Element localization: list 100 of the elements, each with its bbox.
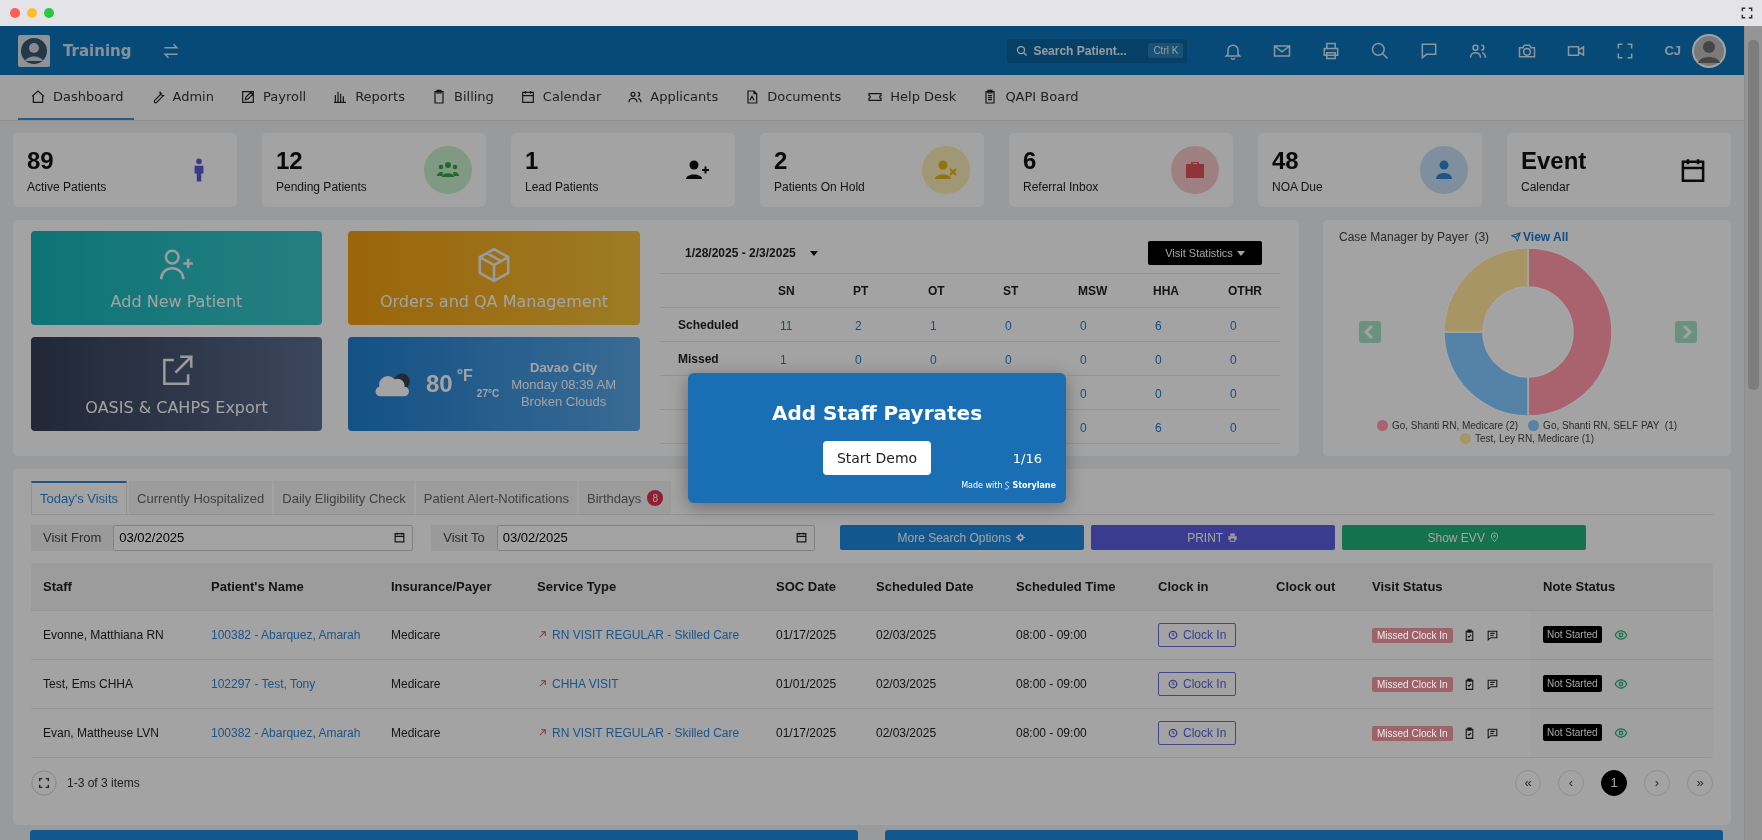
nav-tab[interactable]: QAPI Board — [970, 75, 1089, 120]
calendar-icon[interactable] — [393, 530, 407, 544]
nav-tab[interactable]: Calendar — [507, 75, 612, 120]
visit-count-link[interactable]: 2 — [855, 318, 862, 333]
column-header: Clock in — [1157, 578, 1210, 594]
calendar-icon — [1681, 158, 1705, 182]
stat-card[interactable]: 12 Pending Patients — [262, 133, 486, 207]
clock-in-button[interactable]: Clock In — [1158, 622, 1237, 647]
clock-in-button[interactable]: Clock In — [1158, 720, 1237, 745]
row-label: Missed — [678, 351, 719, 366]
tab[interactable]: Birthdays 8 — [579, 480, 672, 514]
stat-card[interactable]: 89 Active Patients — [13, 133, 237, 207]
visit-from-date-field[interactable]: 03/02/2025 — [113, 524, 414, 551]
tab[interactable]: Today's Visits — [31, 480, 128, 514]
calendar-icon[interactable] — [794, 530, 808, 544]
visit-count-link[interactable]: 1 — [780, 352, 787, 367]
visit-statistics-dropdown[interactable]: Visit Statistics — [1148, 241, 1262, 265]
action-button[interactable]: Show EVV — [1341, 525, 1586, 551]
nav-tab[interactable]: Reports — [320, 75, 415, 120]
caret-icon — [809, 250, 818, 256]
eye-icon[interactable] — [1613, 627, 1628, 642]
action-tile[interactable]: OASIS & CAHPS Export — [31, 337, 322, 431]
visit-count-link[interactable]: 0 — [1230, 420, 1237, 435]
tab[interactable]: Patient Alert-Notifications — [415, 480, 578, 514]
stat-label: Referral Inbox — [1023, 179, 1100, 194]
nav-tab[interactable]: Billing — [419, 75, 504, 120]
service-type-link[interactable]: CHHA VISIT — [552, 676, 619, 691]
action-button[interactable]: More Search Options — [839, 525, 1084, 551]
visit-count-link[interactable]: 6 — [1155, 318, 1162, 333]
column-header: Clock out — [1275, 578, 1337, 594]
tab[interactable]: Daily Eligibility Check — [274, 480, 414, 514]
visit-count-link[interactable]: 0 — [1080, 420, 1087, 435]
visit-count-link[interactable]: 0 — [1080, 386, 1087, 401]
search-icon[interactable] — [1370, 40, 1391, 61]
visit-to-date-field[interactable]: 03/02/2025 — [496, 524, 815, 551]
calendar-icon — [519, 88, 536, 105]
user-avatar-icon[interactable] — [1692, 33, 1726, 68]
visit-count-link[interactable]: 11 — [780, 318, 793, 333]
action-tile[interactable]: Add New Patient — [31, 231, 322, 325]
nav-tab[interactable]: Payroll — [227, 75, 317, 120]
eye-icon[interactable] — [1613, 725, 1628, 740]
expand-icon[interactable] — [1740, 6, 1754, 20]
nav-tab[interactable]: Applicants — [615, 75, 729, 120]
visit-count-link[interactable]: 0 — [1080, 318, 1087, 333]
visit-count-link[interactable]: 0 — [1155, 386, 1162, 401]
visit-count-link[interactable]: 0 — [855, 352, 862, 367]
close-window-icon[interactable] — [10, 8, 20, 18]
action-button[interactable]: PRINT — [1090, 525, 1335, 551]
patient-link[interactable]: 102297 - Test, Tony — [211, 676, 316, 691]
pagination-button[interactable]: › — [1644, 769, 1670, 796]
visit-count-link[interactable]: 0 — [1230, 318, 1237, 333]
fullscreen-icon[interactable] — [31, 769, 57, 796]
stat-card[interactable]: 6 Referral Inbox — [1009, 133, 1233, 207]
comment-icon[interactable] — [1485, 629, 1499, 643]
box-icon — [475, 245, 513, 284]
maximize-window-icon[interactable] — [44, 8, 54, 18]
view-all-link[interactable]: View All — [1511, 230, 1569, 244]
stat-card[interactable]: 2 Patients On Hold — [760, 133, 984, 207]
visit-count-link[interactable]: 0 — [930, 352, 937, 367]
home-icon — [30, 88, 46, 105]
visit-count-link[interactable]: 1 — [930, 318, 937, 333]
visit-count-link[interactable]: 0 — [1155, 352, 1162, 367]
stat-card[interactable]: 48 NOA Due — [1258, 133, 1482, 207]
pagination-button[interactable]: ‹ — [1558, 769, 1584, 796]
nav-tab[interactable]: Help Desk — [855, 75, 967, 120]
nav-tab[interactable]: Admin — [137, 75, 224, 120]
eye-icon[interactable] — [1613, 676, 1628, 691]
visit-count-link[interactable]: 0 — [1230, 386, 1237, 401]
comment-icon[interactable] — [1485, 678, 1499, 692]
stat-value: 2 — [774, 146, 789, 175]
pagination-button[interactable]: « — [1515, 769, 1541, 796]
panel-title: Case Manager by Payer — [1339, 230, 1469, 244]
nav-tab[interactable]: Dashboard — [18, 75, 134, 120]
start-demo-button[interactable]: Start Demo — [822, 441, 932, 475]
visit-count-link[interactable]: 0 — [1005, 352, 1012, 367]
nav-tab[interactable]: Documents — [732, 75, 852, 120]
legend-label: Test, Ley RN, Medicare (1) — [1475, 433, 1594, 444]
stat-value: 12 — [276, 146, 304, 175]
scrollbar[interactable] — [1744, 26, 1762, 840]
stat-card[interactable]: Event Calendar — [1507, 133, 1731, 207]
status-badge: Not Started — [1543, 675, 1602, 693]
tab[interactable]: Currently Hospitalized — [129, 480, 273, 514]
pagination-button[interactable]: 1 — [1601, 769, 1627, 796]
patient-link[interactable]: 100382 - Abarquez, Amarah — [211, 627, 361, 642]
stat-card[interactable]: 1 Lead Patients — [511, 133, 735, 207]
visit-count-link[interactable]: 0 — [1230, 352, 1237, 367]
clock-in-button[interactable]: Clock In — [1158, 671, 1237, 696]
service-type-link[interactable]: RN VISIT REGULAR - Skilled Care — [552, 725, 740, 740]
date-range-dropdown[interactable]: 1/28/2025 - 2/3/2025 — [685, 246, 818, 260]
avatar-logo-icon[interactable] — [18, 34, 50, 67]
stat-label: Pending Patients — [276, 179, 368, 194]
service-type-link[interactable]: RN VISIT REGULAR - Skilled Care — [552, 627, 740, 642]
pagination-button[interactable]: » — [1687, 769, 1713, 796]
visit-count-link[interactable]: 6 — [1155, 420, 1162, 435]
table-cell-text: 02/03/2025 — [875, 627, 938, 642]
patient-link[interactable]: 100382 - Abarquez, Amarah — [211, 725, 361, 740]
tile-label: Orders and QA Management — [379, 291, 609, 311]
visit-count-link[interactable]: 0 — [1080, 352, 1087, 367]
comment-icon[interactable] — [1485, 727, 1499, 741]
visit-count-link[interactable]: 0 — [1005, 318, 1012, 333]
